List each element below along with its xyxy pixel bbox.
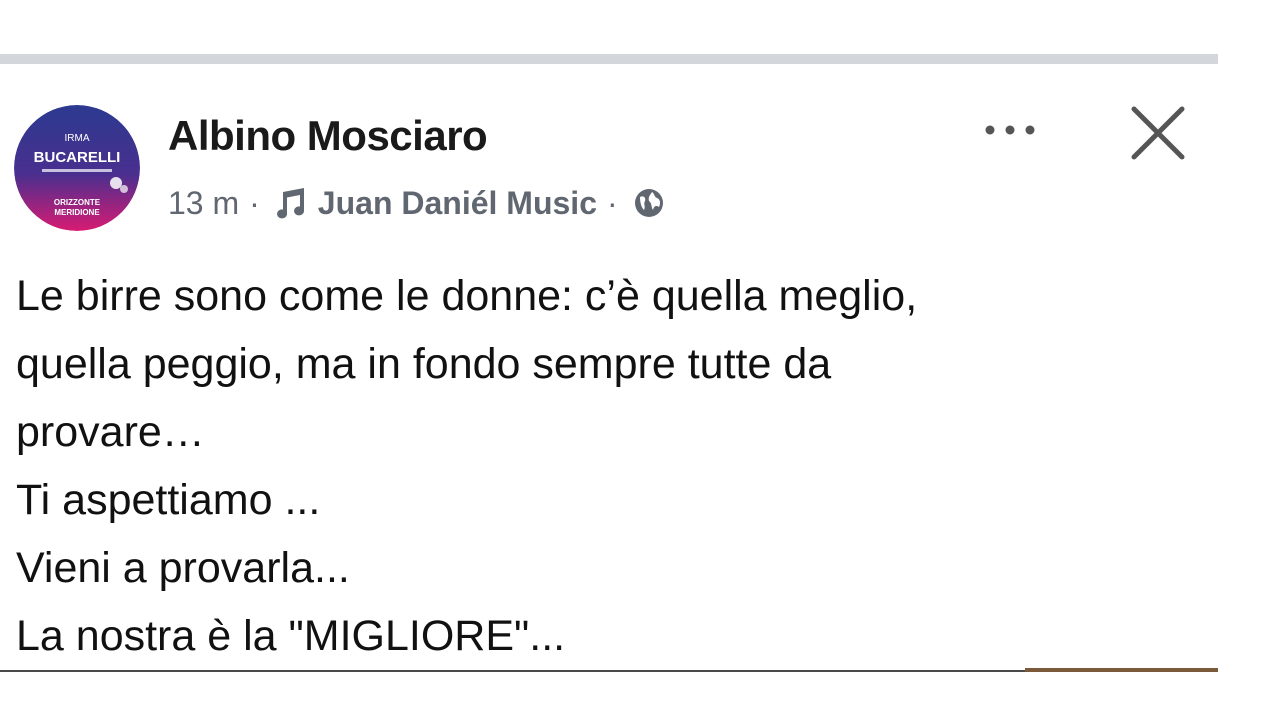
author-name[interactable]: Albino Mosciaro (168, 112, 488, 160)
more-options-button[interactable] (975, 110, 1045, 150)
post-meta: 13 m · Juan Daniél Music · (168, 180, 666, 226)
more-options-icon (985, 125, 1035, 135)
post-text-line: provare… (16, 408, 205, 456)
close-icon (1131, 106, 1185, 160)
meta-separator: · (606, 184, 618, 221)
avatar-logo: IRMA BUCARELLI ORIZZONTE MERIDIONE (14, 105, 140, 231)
post-text-line: La nostra è la "MIGLIORE"... (16, 612, 566, 660)
post-text-line: Ti aspettiamo ... (16, 476, 321, 524)
bottom-divider-accent (1025, 668, 1218, 672)
post-text: Le birre sono come le donne: c’è quella … (16, 262, 1196, 670)
post-text-line: Le birre sono come le donne: c’è quella … (16, 272, 918, 320)
avatar[interactable]: IRMA BUCARELLI ORIZZONTE MERIDIONE (14, 105, 140, 231)
avatar-line2: BUCARELLI (34, 149, 121, 166)
top-divider (0, 54, 1218, 64)
close-button[interactable] (1125, 100, 1191, 166)
post-text-line: quella peggio, ma in fondo sempre tutte … (16, 340, 832, 388)
music-note-icon (276, 188, 304, 219)
post-text-line: Vieni a provarla... (16, 544, 350, 592)
music-name[interactable]: Juan Daniél Music (318, 185, 597, 222)
avatar-line1: IRMA (65, 133, 90, 144)
avatar-line4: MERIDIONE (54, 208, 100, 217)
globe-icon[interactable] (632, 186, 666, 220)
post-time[interactable]: 13 m (168, 185, 239, 222)
meta-separator: · (249, 184, 260, 221)
avatar-line3: ORIZZONTE (54, 198, 101, 207)
